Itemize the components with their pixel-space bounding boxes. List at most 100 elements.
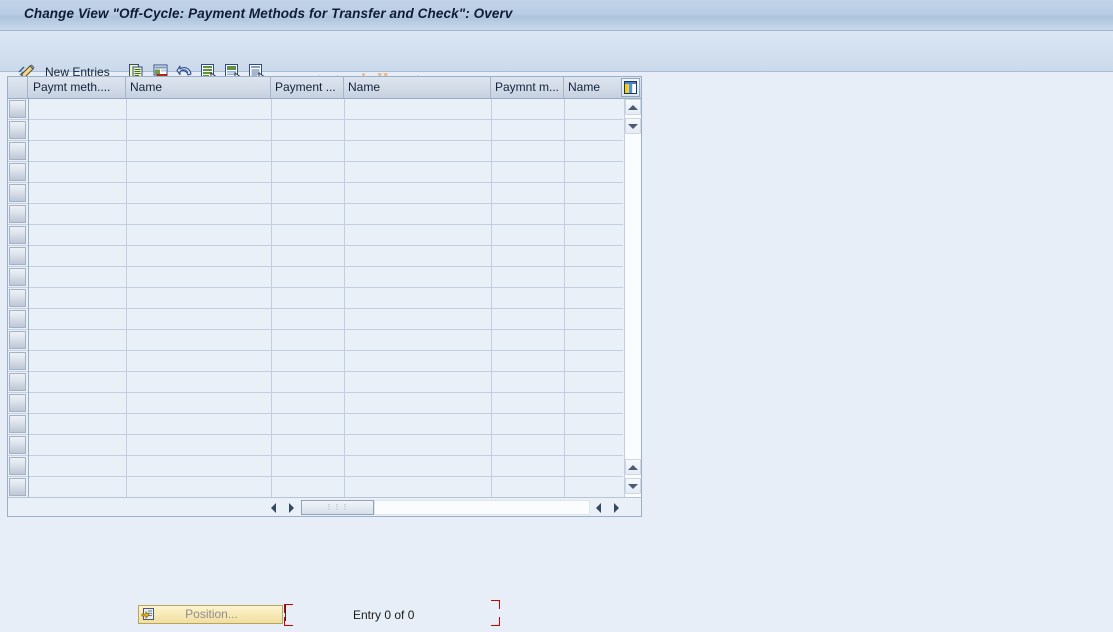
cell-divider [491, 309, 492, 330]
cell-divider [564, 120, 565, 141]
cell-divider [491, 414, 492, 435]
row-selector-button[interactable] [9, 394, 26, 412]
table-row[interactable] [8, 330, 623, 351]
horizontal-scroll-track[interactable] [374, 500, 590, 515]
position-button[interactable]: Position... [138, 605, 283, 624]
triangle-right-2 [614, 502, 619, 513]
table-row[interactable] [8, 246, 623, 267]
column-header-name-2[interactable]: Name [344, 77, 491, 98]
cell-divider [564, 393, 565, 414]
cell-divider [271, 246, 272, 267]
row-selector-button[interactable] [9, 268, 26, 286]
table-row[interactable] [8, 309, 623, 330]
cell-divider [344, 162, 345, 183]
cell-divider [271, 372, 272, 393]
row-selector-button[interactable] [9, 331, 26, 349]
table-settings-icon[interactable] [621, 78, 640, 97]
cell-divider [491, 456, 492, 477]
scroll-left-icon[interactable] [266, 500, 281, 515]
scroll-up-icon[interactable] [625, 99, 641, 115]
table-row[interactable] [8, 204, 623, 225]
column-header-paymt-meth-1[interactable]: Paymt meth.... [29, 77, 126, 98]
row-selector-button[interactable] [9, 457, 26, 475]
cell-divider [344, 183, 345, 204]
row-selector-button[interactable] [9, 352, 26, 370]
cell-divider [344, 141, 345, 162]
row-selector-button[interactable] [9, 415, 26, 433]
row-selector-button[interactable] [9, 226, 26, 244]
column-header-name-1[interactable]: Name [126, 77, 271, 98]
cell-divider [564, 246, 565, 267]
cell-divider [271, 456, 272, 477]
table-row[interactable] [8, 456, 623, 477]
row-selector-button[interactable] [9, 373, 26, 391]
horizontal-scroll-thumb[interactable]: ⋮⋮⋮ [301, 500, 374, 515]
row-selector-button[interactable] [9, 478, 26, 496]
row-selector-button[interactable] [9, 121, 26, 139]
row-selector-button[interactable] [9, 184, 26, 202]
grid-select-all-corner[interactable] [8, 77, 28, 98]
cell-divider [271, 162, 272, 183]
row-selector-button[interactable] [9, 247, 26, 265]
table-row[interactable] [8, 393, 623, 414]
field-marker-top-left [284, 604, 293, 613]
cell-divider [126, 414, 127, 435]
cell-divider [126, 246, 127, 267]
cell-divider [271, 393, 272, 414]
cell-divider [271, 309, 272, 330]
window-title-bar: Change View "Off-Cycle: Payment Methods … [0, 0, 1113, 31]
cell-divider [344, 225, 345, 246]
scroll-left-icon-2[interactable] [591, 500, 606, 515]
scroll-right-icon[interactable] [284, 500, 299, 515]
cell-divider [271, 288, 272, 309]
cell-divider [491, 435, 492, 456]
cell-divider [344, 99, 345, 120]
cell-divider [564, 456, 565, 477]
cell-divider [564, 435, 565, 456]
cell-divider [126, 477, 127, 497]
table-row[interactable] [8, 141, 623, 162]
cell-divider [491, 477, 492, 497]
row-selector-button[interactable] [9, 289, 26, 307]
data-grid: Paymt meth.... Name Payment ... Name Pay… [7, 76, 642, 517]
scroll-page-up-icon[interactable] [625, 459, 641, 475]
cell-divider [491, 288, 492, 309]
cell-divider [126, 456, 127, 477]
table-row[interactable] [8, 225, 623, 246]
table-row[interactable] [8, 414, 623, 435]
horizontal-scrollbar[interactable]: ⋮⋮⋮ [8, 497, 641, 516]
row-selector-button[interactable] [9, 205, 26, 223]
column-header-payment-2[interactable]: Payment ... [271, 77, 344, 98]
grid-rows [8, 99, 623, 497]
table-row[interactable] [8, 477, 623, 497]
cell-divider [491, 183, 492, 204]
row-selector-button[interactable] [9, 436, 26, 454]
scroll-page-down-icon[interactable] [625, 478, 641, 494]
table-row[interactable] [8, 120, 623, 141]
column-header-name-3[interactable]: Name [564, 77, 621, 98]
cell-divider [564, 351, 565, 372]
scroll-right-icon-2[interactable] [609, 500, 624, 515]
cell-divider [491, 393, 492, 414]
cell-divider [126, 435, 127, 456]
table-row[interactable] [8, 183, 623, 204]
table-row[interactable] [8, 288, 623, 309]
row-selector-button[interactable] [9, 163, 26, 181]
row-selector-button[interactable] [9, 100, 26, 118]
row-selector-button[interactable] [9, 142, 26, 160]
cell-divider [271, 99, 272, 120]
table-row[interactable] [8, 267, 623, 288]
row-selector-button[interactable] [9, 310, 26, 328]
column-header-paymnt-m-3[interactable]: Paymnt m... [491, 77, 564, 98]
cell-divider [271, 330, 272, 351]
vertical-scrollbar[interactable] [624, 99, 641, 497]
table-row[interactable] [8, 435, 623, 456]
table-row[interactable] [8, 99, 623, 120]
table-row[interactable] [8, 372, 623, 393]
table-row[interactable] [8, 351, 623, 372]
scroll-down-icon[interactable] [625, 118, 641, 134]
table-row[interactable] [8, 162, 623, 183]
cell-divider [564, 372, 565, 393]
cell-divider [271, 351, 272, 372]
cell-divider [126, 162, 127, 183]
